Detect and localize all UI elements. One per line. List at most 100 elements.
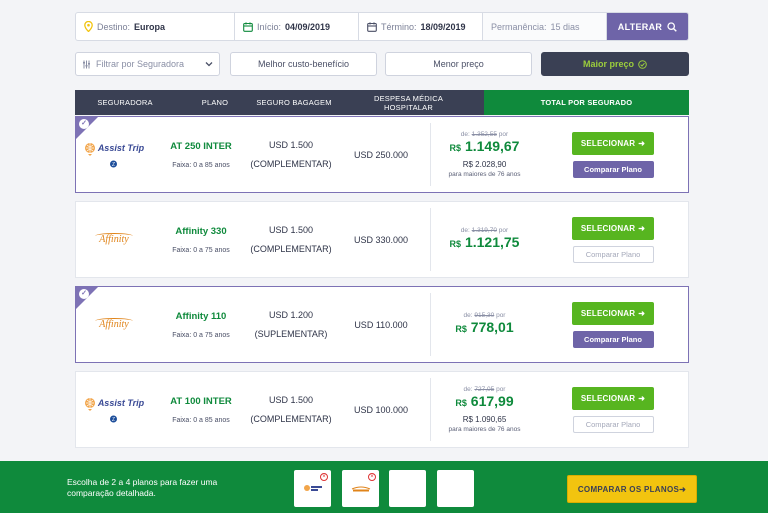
calendar-icon: [243, 21, 253, 32]
insurer-logo: Affinity: [76, 202, 152, 277]
despesa-value: USD 110.000: [354, 319, 408, 330]
termino-field[interactable]: Término: 18/09/2019: [359, 13, 483, 40]
plan-card: ✓ Affinity Affinity 110 Faixa: 0 a 75 an…: [75, 286, 689, 363]
assist-trip-logo: Assist Trip Z: [84, 397, 144, 423]
inicio-field[interactable]: Início: 04/09/2019: [235, 13, 359, 40]
header-bagagem: SEGURO BAGAGEM: [255, 90, 333, 115]
original-price-value: 1.352,55: [471, 131, 497, 138]
search-bar: Destino: Europa Início: 04/09/2019 Térmi…: [75, 12, 689, 41]
compare-bar: Escolha de 2 a 4 planos para fazer uma c…: [0, 461, 768, 513]
seguradora-filter-select[interactable]: Filtrar por Seguradora: [75, 52, 220, 76]
comparar-plano-button[interactable]: Comparar Plano: [572, 415, 654, 433]
currency: R$: [449, 143, 462, 153]
sort-maior-preco-button[interactable]: Maior preço: [541, 52, 689, 76]
plan-actions: SELECIONAR ➜ Comparar Plano: [538, 378, 688, 441]
selecionar-label: SELECIONAR: [580, 138, 636, 148]
plan-info: Affinity 330 Faixa: 0 a 75 anos: [152, 202, 250, 277]
plan-actions: SELECIONAR ➜ Comparar Plano: [538, 123, 688, 186]
plan-info: AT 100 INTER Faixa: 0 a 85 anos: [152, 372, 250, 447]
selecionar-button[interactable]: SELECIONAR ➜: [572, 131, 654, 155]
assist-trip-logo: Assist Trip Z: [84, 142, 144, 168]
header-total: TOTAL POR SEGURADO: [484, 90, 689, 115]
calendar-icon: [367, 21, 377, 32]
assist-trip-wordmark: Assist Trip: [97, 398, 145, 408]
plan-info: Affinity 110 Faixa: 0 a 75 anos: [152, 287, 250, 362]
despesa-value: USD 330.000: [353, 234, 409, 245]
final-price-value: 617,99: [470, 393, 514, 409]
final-price: R$ 1.121,75: [450, 234, 520, 252]
original-price-value: 1.319,70: [471, 227, 497, 234]
assist-trip-thumb-icon: [303, 484, 322, 491]
senior-price: R$ 1.090,65: [462, 415, 507, 424]
termino-value: 18/09/2019: [420, 21, 466, 32]
selecionar-button[interactable]: SELECIONAR ➜: [572, 216, 654, 240]
selecionar-button[interactable]: SELECIONAR ➜: [572, 301, 654, 325]
permanencia-value: 15 dias: [550, 21, 580, 32]
compare-slot-4[interactable]: [437, 470, 474, 507]
sort-custo-beneficio-button[interactable]: Melhor custo-benefício: [230, 52, 377, 76]
final-price-value: 1.149,67: [464, 138, 520, 154]
assist-trip-wordmark: Assist Trip: [97, 143, 145, 153]
termino-label: Término:: [381, 21, 417, 32]
compare-slot-3[interactable]: [389, 470, 426, 507]
currency: R$: [449, 239, 462, 249]
table-header: SEGURADORA PLANO SEGURO BAGAGEM DESPESA …: [75, 90, 689, 115]
final-price: R$ 778,01: [455, 319, 513, 337]
inicio-label: Início:: [257, 21, 282, 32]
comparar-plano-button[interactable]: Comparar Plano: [572, 330, 654, 348]
total-cell: de: 915,30 por R$ 778,01 SELECIONAR ➜ Com…: [430, 293, 688, 356]
original-price: de: 915,30 por: [464, 312, 506, 319]
currency: R$: [455, 398, 467, 408]
plan-faixa: Faixa: 0 a 75 anos: [172, 331, 230, 339]
seguradora-filter-placeholder: Filtrar por Seguradora: [96, 59, 185, 69]
sort-menor-preco-button[interactable]: Menor preço: [385, 52, 532, 76]
original-price-suffix: por: [496, 386, 506, 393]
original-price-prefix: de:: [463, 312, 473, 319]
original-price-suffix: por: [498, 131, 509, 138]
svg-text:Z: Z: [112, 161, 115, 167]
selecionar-button[interactable]: SELECIONAR ➜: [572, 386, 654, 410]
insurer-logo: Assist Trip Z: [76, 372, 152, 447]
total-cell: de: 1.319,70 por R$ 1.121,75 SELECIONAR ➜…: [430, 208, 688, 271]
original-price: de: 1.319,70 por: [461, 227, 508, 234]
final-price: R$ 617,99: [455, 393, 513, 411]
bagagem-cell: USD 1.500 (COMPLEMENTAR): [250, 202, 332, 277]
destino-field[interactable]: Destino: Europa: [76, 13, 235, 40]
compare-slot-2[interactable]: ×: [342, 470, 379, 507]
arrow-right-icon: ➜: [638, 223, 646, 233]
header-seguradora: SEGURADORA: [75, 90, 175, 115]
bagagem-cell: USD 1.500 (COMPLEMENTAR): [250, 372, 332, 447]
original-price: de: 1.352,55 por: [461, 131, 508, 138]
globe-icon: [84, 142, 95, 156]
total-cell: de: 727,05 por R$ 617,99 R$ 1.090,65 par…: [430, 378, 688, 441]
despesa-value: USD 100.000: [353, 404, 409, 415]
remove-icon[interactable]: ×: [320, 473, 328, 481]
sort-maior-preco-label: Maior preço: [582, 59, 634, 69]
bagagem-value: USD 1.500: [268, 140, 314, 150]
selecionar-label: SELECIONAR: [580, 223, 636, 233]
bagagem-value: USD 1.500: [268, 395, 314, 405]
comparar-plano-button[interactable]: Comparar Plano: [572, 245, 654, 263]
search-icon: [667, 21, 678, 32]
compare-instructions: Escolha de 2 a 4 planos para fazer uma c…: [67, 477, 218, 498]
arrow-right-icon: ➜: [638, 393, 646, 403]
comparar-plano-button[interactable]: Comparar Plano: [572, 160, 654, 178]
alterar-button[interactable]: ALTERAR: [607, 13, 688, 40]
destino-value: Europa: [134, 21, 166, 32]
affinity-logo: Affinity: [95, 318, 134, 330]
arrow-right-icon: ➜: [638, 138, 646, 148]
plan-card: ✓ Assist Trip Z AT 250 INTER Faixa: 0 a …: [75, 116, 689, 193]
plan-actions: SELECIONAR ➜ Comparar Plano: [538, 293, 688, 356]
comparar-planos-button[interactable]: COMPARAR OS PLANOS ➜: [567, 475, 697, 503]
affinity-logo: Affinity: [95, 233, 134, 245]
bagagem-cell: USD 1.200 (SUPLEMENTAR): [250, 287, 332, 362]
arrow-right-icon: ➜: [638, 308, 646, 318]
globe-icon: [84, 397, 95, 411]
remove-icon[interactable]: ×: [368, 473, 376, 481]
final-price-value: 778,01: [470, 319, 514, 335]
alterar-label: ALTERAR: [617, 21, 663, 32]
compare-slot-1[interactable]: ×: [294, 470, 331, 507]
zurich-icon: Z: [110, 160, 118, 167]
chevron-down-icon: [205, 62, 213, 67]
affinity-thumb-icon: [351, 486, 370, 491]
